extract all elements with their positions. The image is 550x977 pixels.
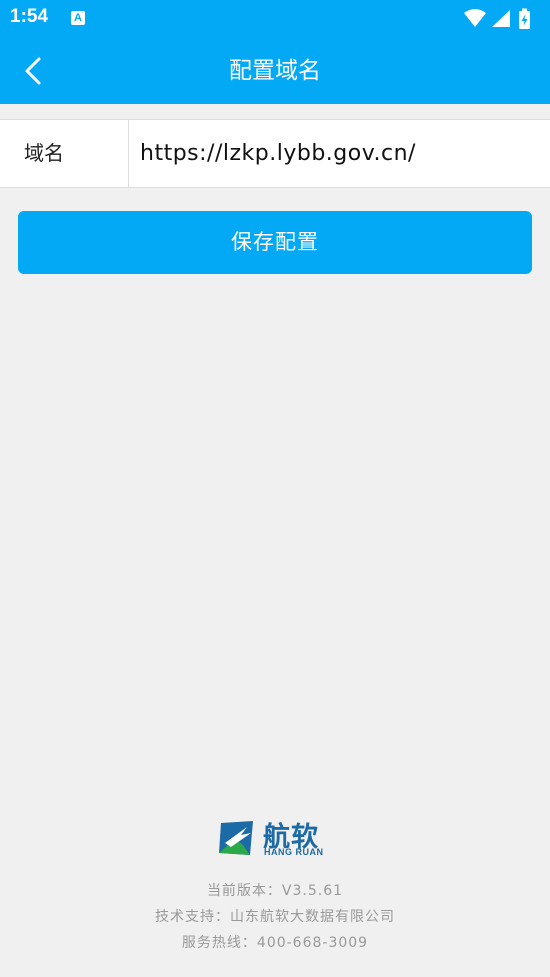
domain-input[interactable] xyxy=(140,128,540,178)
app-bar: 配置域名 xyxy=(0,38,550,104)
battery-charging-icon xyxy=(519,8,530,29)
notification-icon: A xyxy=(71,11,85,25)
logo-text-en: HANG RUAN xyxy=(264,847,324,857)
save-config-button[interactable]: 保存配置 xyxy=(18,211,532,274)
status-bar: 1:54 A xyxy=(0,0,550,38)
version-text: 当前版本：V3.5.61 xyxy=(206,883,344,899)
back-button[interactable] xyxy=(12,50,54,92)
page-title: 配置域名 xyxy=(229,58,321,84)
chevron-left-icon xyxy=(25,57,41,85)
hotline-text: 服务热线：400-668-3009 xyxy=(181,935,369,951)
status-icons xyxy=(464,8,530,29)
domain-row: 域名 xyxy=(0,119,550,188)
support-text: 技术支持：山东航软大数据有限公司 xyxy=(155,909,395,925)
status-time: 1:54 xyxy=(10,6,49,27)
company-logo: 航软 HANG RUAN xyxy=(217,817,337,859)
logo-mark-icon xyxy=(219,821,253,855)
divider xyxy=(128,120,129,187)
wifi-icon xyxy=(464,9,486,27)
signal-icon xyxy=(492,10,510,27)
domain-label: 域名 xyxy=(24,141,64,165)
